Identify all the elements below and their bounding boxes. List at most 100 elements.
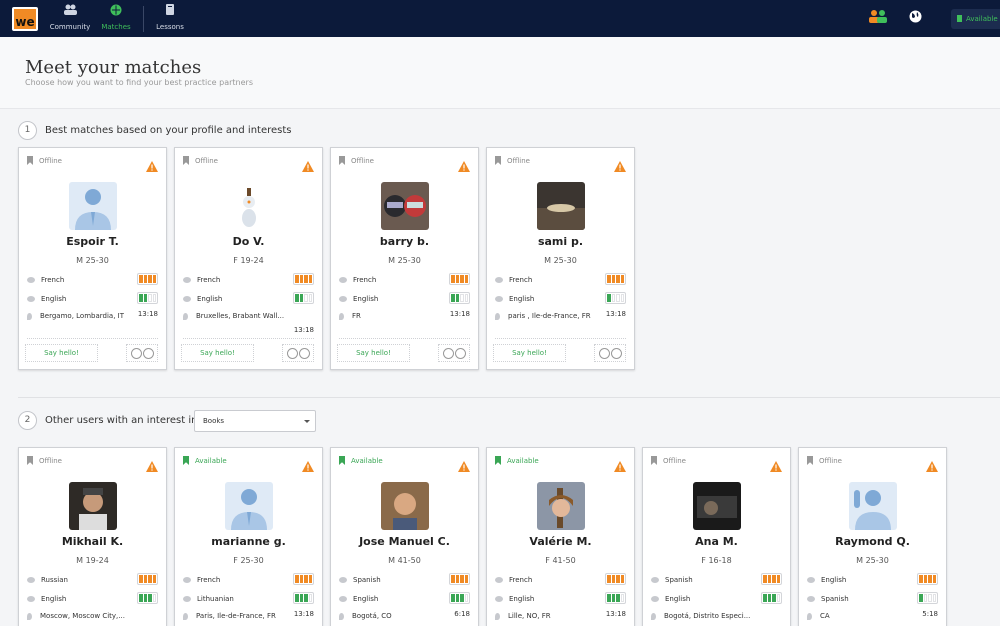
status-badge: Offline — [651, 456, 686, 465]
user-card[interactable]: Offline barry b. M 25-30 French English FR 13:… — [330, 147, 479, 370]
user-name[interactable]: marianne g. — [175, 535, 322, 548]
nav-lessons[interactable]: Lessons — [146, 4, 194, 31]
faces-icon[interactable] — [438, 344, 470, 362]
user-card[interactable]: Offline Ana M. F 16-18 Spanish English Bogotá… — [642, 447, 791, 626]
warning-icon[interactable] — [146, 457, 158, 472]
language-name: English — [353, 594, 379, 603]
say-hello-button[interactable]: Say hello! — [493, 344, 566, 362]
availability-label: Available — [966, 15, 998, 23]
user-card[interactable]: Available Jose Manuel C. M 41-50 Spanish Eng… — [330, 447, 479, 626]
interest-select[interactable]: Books — [194, 410, 316, 432]
avatar[interactable] — [537, 482, 585, 530]
avatar[interactable] — [225, 182, 273, 230]
faces-icon[interactable] — [594, 344, 626, 362]
user-name[interactable]: barry b. — [331, 235, 478, 248]
language-name: Russian — [41, 575, 68, 584]
nav-community[interactable]: Community — [46, 4, 94, 31]
language-name: French — [197, 275, 221, 284]
local-time: 5:18 — [922, 610, 938, 618]
logo-text: we — [15, 15, 35, 29]
user-card[interactable]: Offline Raymond Q. M 25-30 English Spanish CA… — [798, 447, 947, 626]
language-level-meter — [449, 573, 470, 585]
learning-language: English — [183, 292, 314, 305]
language-level-meter — [605, 573, 626, 585]
avatar[interactable] — [381, 182, 429, 230]
native-language: French — [339, 273, 470, 286]
user-card[interactable]: Available Valérie M. F 41-50 French English L… — [486, 447, 635, 626]
user-card[interactable]: Offline Do V. F 19-24 French English Bruxelle… — [174, 147, 323, 370]
warning-icon[interactable] — [302, 157, 314, 172]
user-name[interactable]: Mikhail K. — [19, 535, 166, 548]
warning-icon[interactable] — [770, 457, 782, 472]
warning-icon[interactable] — [926, 457, 938, 472]
user-name[interactable]: Raymond Q. — [799, 535, 946, 548]
user-name[interactable]: Valérie M. — [487, 535, 634, 548]
native-language: Spanish — [339, 573, 470, 586]
user-gender-age: M 41-50 — [388, 556, 421, 565]
speech-bubble-icon — [807, 595, 815, 602]
user-card[interactable]: Offline Espoir T. M 25-30 French English Berg… — [18, 147, 167, 370]
avatar[interactable] — [381, 482, 429, 530]
user-gender-age: F 41-50 — [545, 556, 576, 565]
say-hello-button[interactable]: Say hello! — [337, 344, 410, 362]
avatar[interactable] — [69, 482, 117, 530]
user-gender-age: F 25-30 — [233, 556, 264, 565]
avatar[interactable] — [537, 182, 585, 230]
native-language: French — [183, 573, 314, 586]
user-location: Bruxelles, Brabant Wall... — [183, 310, 314, 322]
faces-icon[interactable] — [282, 344, 314, 362]
warning-icon[interactable] — [146, 157, 158, 172]
avatar[interactable] — [849, 482, 897, 530]
nav-matches[interactable]: Matches — [92, 4, 140, 31]
status-label: Offline — [663, 456, 686, 465]
language-name: English — [665, 594, 691, 603]
availability-button[interactable]: Available — [951, 9, 1000, 29]
user-location: paris , Ile-de-France, FR 13:18 — [495, 310, 626, 322]
language-level-meter — [293, 273, 314, 285]
language-level-meter — [917, 592, 938, 604]
status-label: Offline — [819, 456, 842, 465]
speech-bubble-icon — [651, 595, 659, 602]
community-icon — [64, 4, 77, 15]
user-location: Bogotá, CO 6:18 — [339, 610, 470, 622]
status-label: Available — [507, 456, 539, 465]
user-card[interactable]: Available marianne g. F 25-30 French Lithuan… — [174, 447, 323, 626]
avatar[interactable] — [693, 482, 741, 530]
say-hello-button[interactable]: Say hello! — [181, 344, 254, 362]
warning-icon[interactable] — [302, 457, 314, 472]
globe-icon[interactable] — [909, 10, 922, 23]
user-name[interactable]: Ana M. — [643, 535, 790, 548]
user-name[interactable]: Espoir T. — [19, 235, 166, 248]
local-time: 6:18 — [454, 610, 470, 618]
warning-icon[interactable] — [458, 457, 470, 472]
speech-bubble-icon — [807, 576, 815, 583]
page-header: Meet your matches Choose how you want to… — [0, 37, 1000, 109]
card-divider — [495, 338, 626, 339]
learning-language: English — [27, 592, 158, 605]
card-divider — [339, 338, 470, 339]
language-level-meter — [137, 292, 158, 304]
status-label: Offline — [39, 456, 62, 465]
warning-icon[interactable] — [458, 157, 470, 172]
partners-icon[interactable] — [868, 9, 888, 23]
user-name[interactable]: Do V. — [175, 235, 322, 248]
warning-icon[interactable] — [614, 457, 626, 472]
section-number: 1 — [18, 121, 37, 140]
location-text: Bergamo, Lombardia, IT — [40, 312, 124, 320]
speech-bubble-icon — [183, 595, 191, 602]
speech-bubble-icon — [651, 576, 659, 583]
user-location: Bogotá, Distrito Especi... — [651, 610, 782, 622]
say-hello-button[interactable]: Say hello! — [25, 344, 98, 362]
warning-icon[interactable] — [614, 157, 626, 172]
user-gender-age: M 25-30 — [76, 256, 109, 265]
logo[interactable]: we — [12, 7, 38, 31]
user-name[interactable]: Jose Manuel C. — [331, 535, 478, 548]
user-card[interactable]: Offline Mikhail K. M 19-24 Russian English Mo… — [18, 447, 167, 626]
speech-bubble-icon — [27, 295, 35, 302]
avatar[interactable] — [225, 482, 273, 530]
user-name[interactable]: sami p. — [487, 235, 634, 248]
user-card[interactable]: Offline sami p. M 25-30 French English paris … — [486, 147, 635, 370]
faces-icon[interactable] — [126, 344, 158, 362]
avatar[interactable] — [69, 182, 117, 230]
bookmark-icon — [27, 156, 33, 165]
